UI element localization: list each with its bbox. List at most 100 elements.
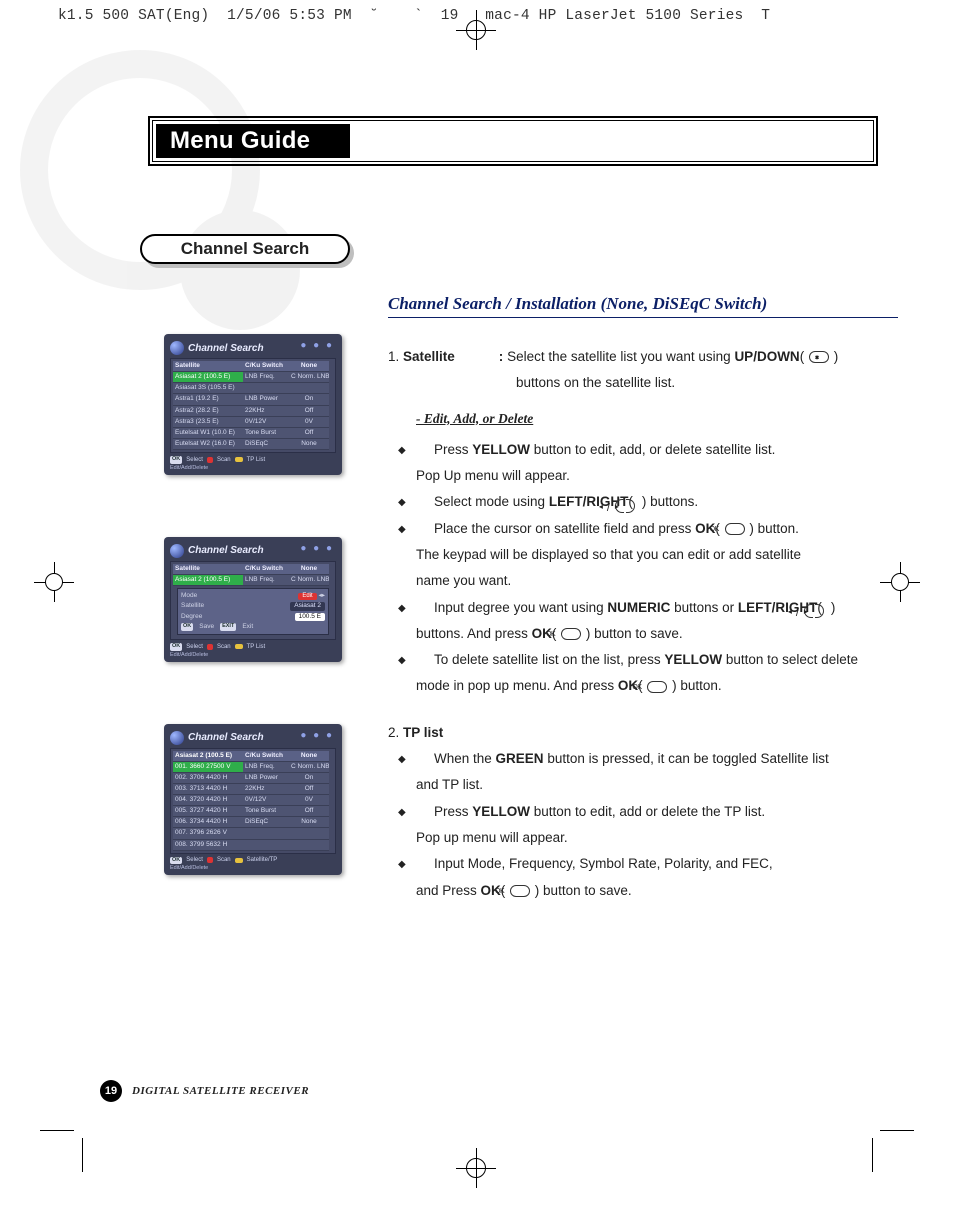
b4: Input degree you want using NUMERIC butt… xyxy=(416,595,898,621)
b2: Select mode using LEFT/RIGHT(/) buttons. xyxy=(416,489,898,515)
device-screenshot-2: Channel Search ● ● ● SatelliteC/Ku Switc… xyxy=(164,537,342,662)
c: 4420 xyxy=(206,774,220,782)
c3: Input Mode, Frequency, Symbol Rate, Pola… xyxy=(416,851,898,877)
foot-sub: Edit/Add/Delete xyxy=(170,652,336,658)
ok-icon xyxy=(561,628,581,640)
device-screenshot-3: Channel Search ● ● ● Asiasat 2 (100.5 E)… xyxy=(164,724,342,876)
crop-br-v xyxy=(872,1138,873,1172)
c: 3720 xyxy=(190,796,204,804)
reg-left-c xyxy=(45,573,63,591)
cell: Astra1 (19.2 E) xyxy=(173,394,243,405)
c: 22KHz xyxy=(243,784,289,795)
c: 4420 xyxy=(206,785,220,793)
c: 4420 xyxy=(206,807,220,815)
cell: Astra2 (28.2 E) xyxy=(173,406,243,417)
c: 3727 xyxy=(190,807,204,815)
ok-icon xyxy=(647,681,667,693)
c3-cont: and Press OK( ) button to save. xyxy=(416,878,898,904)
b3-cont2: name you want. xyxy=(416,568,898,594)
c: 007. xyxy=(175,829,188,837)
c: H xyxy=(223,774,228,782)
lbl: Degree xyxy=(181,613,202,621)
col-h: None xyxy=(289,751,329,762)
c: 3734 xyxy=(190,818,204,826)
ok-chip: OK xyxy=(170,456,182,464)
c: Tone Burst xyxy=(243,806,289,817)
red-chip xyxy=(207,457,213,463)
ok-chip: OK xyxy=(170,857,182,865)
c xyxy=(243,840,289,851)
c: Off xyxy=(289,784,329,795)
red-chip xyxy=(207,644,213,650)
cell: 0V/12V xyxy=(243,417,289,428)
yel-chip xyxy=(235,457,243,462)
step1-cont: buttons on the satellite list. xyxy=(388,370,898,396)
c: 3799 xyxy=(190,841,204,849)
page-number: 19 xyxy=(100,1080,122,1102)
c: V xyxy=(223,829,227,837)
page-content: Menu Guide Channel Search Channel Search… xyxy=(138,116,898,1076)
edit-subhead: - Edit, Add, or Delete xyxy=(416,411,898,427)
cell: C Norm. LNBF xyxy=(289,575,329,586)
crop-bl-h xyxy=(40,1130,74,1131)
c: None xyxy=(289,817,329,828)
orb-icon xyxy=(170,544,184,558)
cell: Asiasat 2 (100.5 E) xyxy=(173,372,243,383)
step2: 2. TP list xyxy=(388,720,898,746)
ok-chip: OK xyxy=(181,623,193,631)
col-h: C/Ku Switch xyxy=(243,751,289,762)
c: 3796 xyxy=(190,829,204,837)
lbl: Save xyxy=(199,623,214,631)
dots-icon: ● ● ● xyxy=(300,543,334,554)
left-column: Channel Search ● ● ● Satellite C/Ku Switc… xyxy=(138,294,368,937)
cell: LNB Freq. xyxy=(243,372,289,383)
edit-popup: ModeEdit ◂▸ SatelliteAsiasat 2 Degree100… xyxy=(177,588,329,635)
right-column: Channel Search / Installation (None, DiS… xyxy=(368,294,898,937)
section-title: Channel Search / Installation (None, DiS… xyxy=(388,294,898,318)
banner: Menu Guide xyxy=(138,116,898,172)
cell: Asiasat 2 (100.5 E) xyxy=(173,575,243,586)
ok-icon xyxy=(510,885,530,897)
cell: On xyxy=(289,394,329,405)
left-right-icon: / xyxy=(822,601,831,615)
sat-name: Asiasat 2 (100.5 E) xyxy=(173,751,243,762)
cell: Tone Burst xyxy=(243,428,289,439)
c: 4420 xyxy=(206,796,220,804)
b1-cont: Pop Up menu will appear. xyxy=(416,463,898,489)
c: 3660 xyxy=(190,763,204,771)
val: Edit xyxy=(298,593,316,601)
cell: None xyxy=(289,439,329,450)
dots-icon: ● ● ● xyxy=(300,730,334,741)
ss3-title: Channel Search xyxy=(188,732,264,743)
col-h: C Norm. LNBF xyxy=(289,762,329,773)
foot-sub: Edit/Add/Delete xyxy=(170,865,336,871)
foot-scan: Scan xyxy=(217,644,231,650)
cell: 0V xyxy=(289,417,329,428)
c: 006. xyxy=(175,818,188,826)
col-h: Satellite xyxy=(173,361,243,372)
banner-title: Menu Guide xyxy=(170,127,310,155)
step1: 1. Satellite : Select the satellite list… xyxy=(388,344,898,370)
cell: 22KHz xyxy=(243,406,289,417)
cell: Eutelsat W2 (16.0 E) xyxy=(173,439,243,450)
c: H xyxy=(223,807,228,815)
cell: LNB Freq. xyxy=(243,575,289,586)
red-chip xyxy=(207,857,213,863)
cell xyxy=(289,383,329,394)
b1: Press YELLOW button to edit, add, or del… xyxy=(416,437,898,463)
c: 4420 xyxy=(206,818,220,826)
device-screenshot-1: Channel Search ● ● ● SatelliteC/Ku Switc… xyxy=(164,334,342,475)
b3: Place the cursor on satellite field and … xyxy=(416,516,898,542)
c: 008. xyxy=(175,841,188,849)
col-h: C/Ku Switch xyxy=(243,564,289,575)
foot-tp: TP List xyxy=(247,644,266,650)
c xyxy=(289,828,329,839)
cell: Off xyxy=(289,406,329,417)
ok-icon xyxy=(725,523,745,535)
c: H xyxy=(223,818,228,826)
c xyxy=(289,840,329,851)
exit-chip: EXIT xyxy=(220,623,236,631)
left-right-icon: / xyxy=(633,496,642,510)
b5: To delete satellite list on the list, pr… xyxy=(416,647,898,673)
orb-icon xyxy=(170,341,184,355)
